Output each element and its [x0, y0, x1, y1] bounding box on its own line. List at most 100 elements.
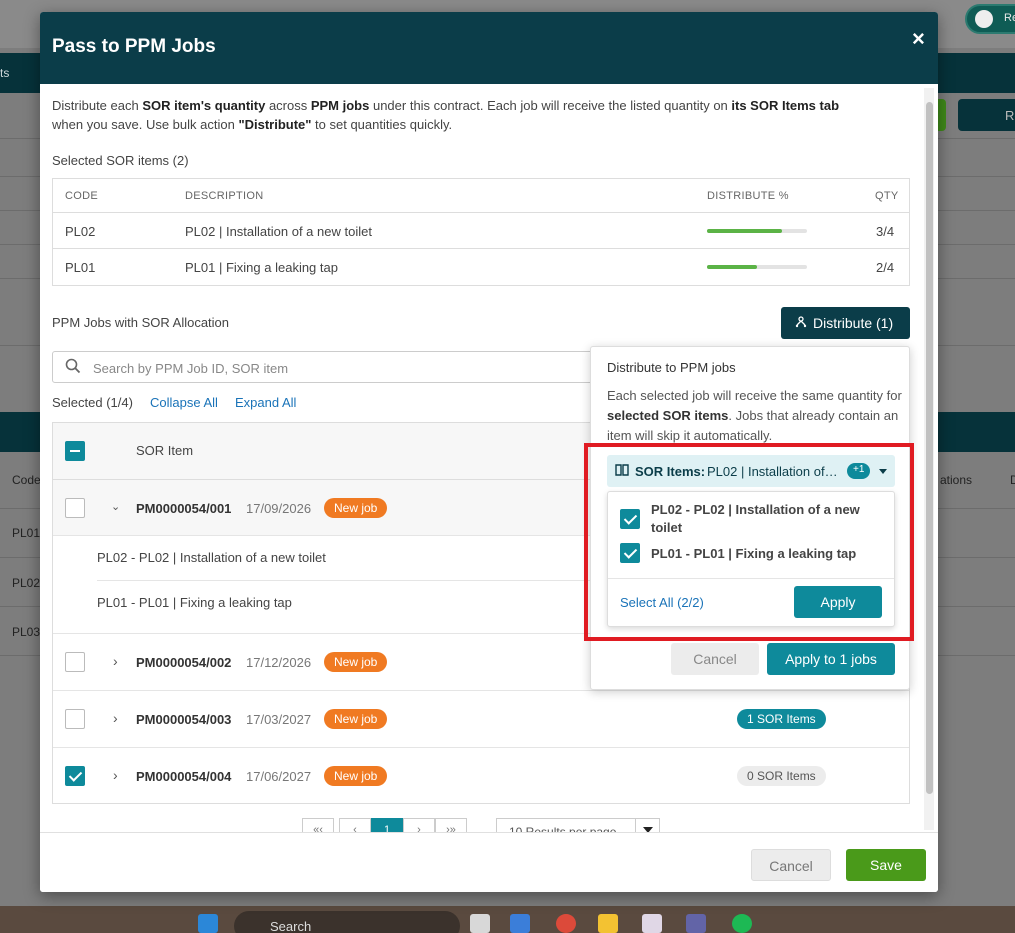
distribute-button[interactable]: Distribute (1)	[781, 307, 910, 339]
save-button[interactable]: Save	[846, 849, 926, 881]
job-row[interactable]: › PM0000054/004 17/06/2027 New job 0 SOR…	[53, 748, 909, 804]
distribute-bar-fill	[707, 229, 782, 233]
distribute-label: Distribute (1)	[813, 315, 894, 331]
job-date: 17/03/2027	[246, 712, 312, 727]
caret-down-icon[interactable]	[879, 469, 887, 474]
sor-items-value: PL02 | Installation of a new toilet	[707, 464, 839, 479]
sor-count-badge: 0 SOR Items	[737, 766, 826, 786]
popover-description: Each selected job will receive the same …	[607, 388, 902, 443]
chevron-right-icon[interactable]: ›	[113, 710, 118, 726]
col-distribute: DISTRIBUTE %	[707, 190, 789, 202]
bg-row-code: PL02	[12, 576, 41, 590]
search-box[interactable]	[52, 351, 612, 383]
job-checkbox[interactable]	[65, 766, 85, 786]
job-date: 17/09/2026	[246, 501, 312, 516]
app-refresh-label: Re	[1005, 108, 1015, 123]
job-sor-item: PL02 - PL02 | Installation of a new toil…	[97, 550, 326, 565]
selected-sor-title: Selected SOR items (2)	[52, 153, 189, 168]
cancel-button[interactable]: Cancel	[751, 849, 831, 881]
sor-item-label[interactable]: PL01 - PL01 | Fixing a leaking tap	[651, 545, 881, 563]
sor-items-label: SOR Items:	[635, 464, 706, 479]
files-icon[interactable]	[470, 914, 490, 933]
distribute-icon	[795, 316, 807, 331]
select-all-checkbox[interactable]	[65, 441, 85, 461]
os-taskbar	[0, 906, 1015, 933]
popover-cancel-button[interactable]: Cancel	[671, 643, 759, 675]
taskbar-search[interactable]: Search	[234, 911, 460, 933]
job-id: PM0000054/001	[136, 501, 232, 516]
folder-icon[interactable]	[598, 914, 618, 933]
job-id: PM0000054/004	[136, 769, 232, 784]
distribute-bar-fill	[707, 265, 757, 269]
sor-description: PL01 | Fixing a leaking tap	[185, 260, 338, 275]
bg-col-last: D	[1010, 473, 1015, 487]
sor-qty: 3/4	[876, 224, 895, 239]
apply-to-jobs-button[interactable]: Apply to 1 jobs	[767, 643, 895, 675]
sor-item-checkbox[interactable]	[620, 509, 640, 529]
sor-item-label[interactable]: PL02 - PL02 | Installation of a new toil…	[651, 501, 881, 537]
job-date: 17/12/2026	[246, 655, 312, 670]
sor-items-select[interactable]: SOR Items: PL02 | Installation of a new …	[607, 455, 895, 487]
chevron-right-icon[interactable]: ›	[113, 653, 118, 669]
job-checkbox[interactable]	[65, 498, 85, 518]
sor-qty: 2/4	[876, 260, 895, 275]
collapse-all-link[interactable]: Collapse All	[150, 395, 218, 410]
search-input[interactable]	[93, 358, 593, 378]
job-checkbox[interactable]	[65, 709, 85, 729]
windows-icon[interactable]	[198, 914, 218, 933]
dropdown-divider	[608, 578, 894, 579]
intro-text: Distribute each SOR item's quantity acro…	[52, 98, 840, 132]
select-all-link[interactable]: Select All (2/2)	[620, 595, 704, 610]
teams-icon[interactable]	[686, 914, 706, 933]
app-pill-text: Re	[1004, 12, 1015, 24]
distribute-popover: Distribute to PPM jobs Each selected job…	[590, 346, 910, 690]
selected-count: Selected (1/4)	[52, 395, 133, 410]
distribute-bar	[707, 229, 807, 233]
spotify-icon[interactable]	[732, 914, 752, 933]
jobs-header-sor-item: SOR Item	[136, 443, 194, 458]
chevron-right-icon[interactable]: ›	[113, 767, 118, 783]
sor-code: PL02	[65, 224, 96, 239]
apply-button[interactable]: Apply	[794, 586, 882, 618]
distribute-bar	[707, 265, 807, 269]
new-job-badge: New job	[324, 652, 388, 672]
bg-row-code: PL03	[12, 625, 41, 639]
bg-col-locations: ations	[940, 473, 973, 487]
sub-divider	[97, 580, 617, 581]
chrome-icon[interactable]	[556, 914, 576, 933]
modal-header: Pass to PPM Jobs ×	[40, 12, 938, 84]
search-icon	[65, 358, 81, 374]
slack-icon[interactable]	[642, 914, 662, 933]
job-id: PM0000054/003	[136, 712, 232, 727]
job-id: PM0000054/002	[136, 655, 232, 670]
modal-scroll-thumb[interactable]	[926, 102, 933, 794]
sor-items-dropdown: PL02 - PL02 | Installation of a new toil…	[607, 491, 895, 627]
more-count-badge: +1	[847, 463, 871, 479]
sor-code: PL01	[65, 260, 96, 275]
selected-sor-table: CODE DESCRIPTION DISTRIBUTE % QTY PL02 P…	[52, 178, 910, 286]
job-checkbox[interactable]	[65, 652, 85, 672]
job-sor-item: PL01 - PL01 | Fixing a leaking tap	[97, 595, 292, 610]
col-code: CODE	[65, 190, 98, 202]
new-job-badge: New job	[324, 766, 388, 786]
new-job-badge: New job	[324, 709, 388, 729]
table-divider	[53, 212, 909, 213]
app-nav-text: ts	[0, 66, 10, 80]
popover-title: Distribute to PPM jobs	[607, 360, 736, 375]
new-job-badge: New job	[324, 498, 388, 518]
modal-footer: Cancel Save	[40, 832, 938, 892]
sor-item-checkbox[interactable]	[620, 543, 640, 563]
app-pill-icon	[975, 10, 993, 28]
col-qty: QTY	[875, 190, 899, 202]
store-icon[interactable]	[510, 914, 530, 933]
sor-count-badge: 1 SOR Items	[737, 709, 826, 729]
chevron-down-icon[interactable]: ⌄	[111, 500, 120, 513]
job-row[interactable]: › PM0000054/003 17/03/2027 New job 1 SOR…	[53, 691, 909, 748]
close-icon[interactable]: ×	[912, 26, 925, 52]
expand-all-link[interactable]: Expand All	[235, 395, 296, 410]
modal-title: Pass to PPM Jobs	[52, 36, 216, 57]
bg-row-code: PL01	[12, 526, 41, 540]
ppm-jobs-title: PPM Jobs with SOR Allocation	[52, 315, 230, 330]
sor-description: PL02 | Installation of a new toilet	[185, 224, 372, 239]
table-divider	[53, 248, 909, 249]
